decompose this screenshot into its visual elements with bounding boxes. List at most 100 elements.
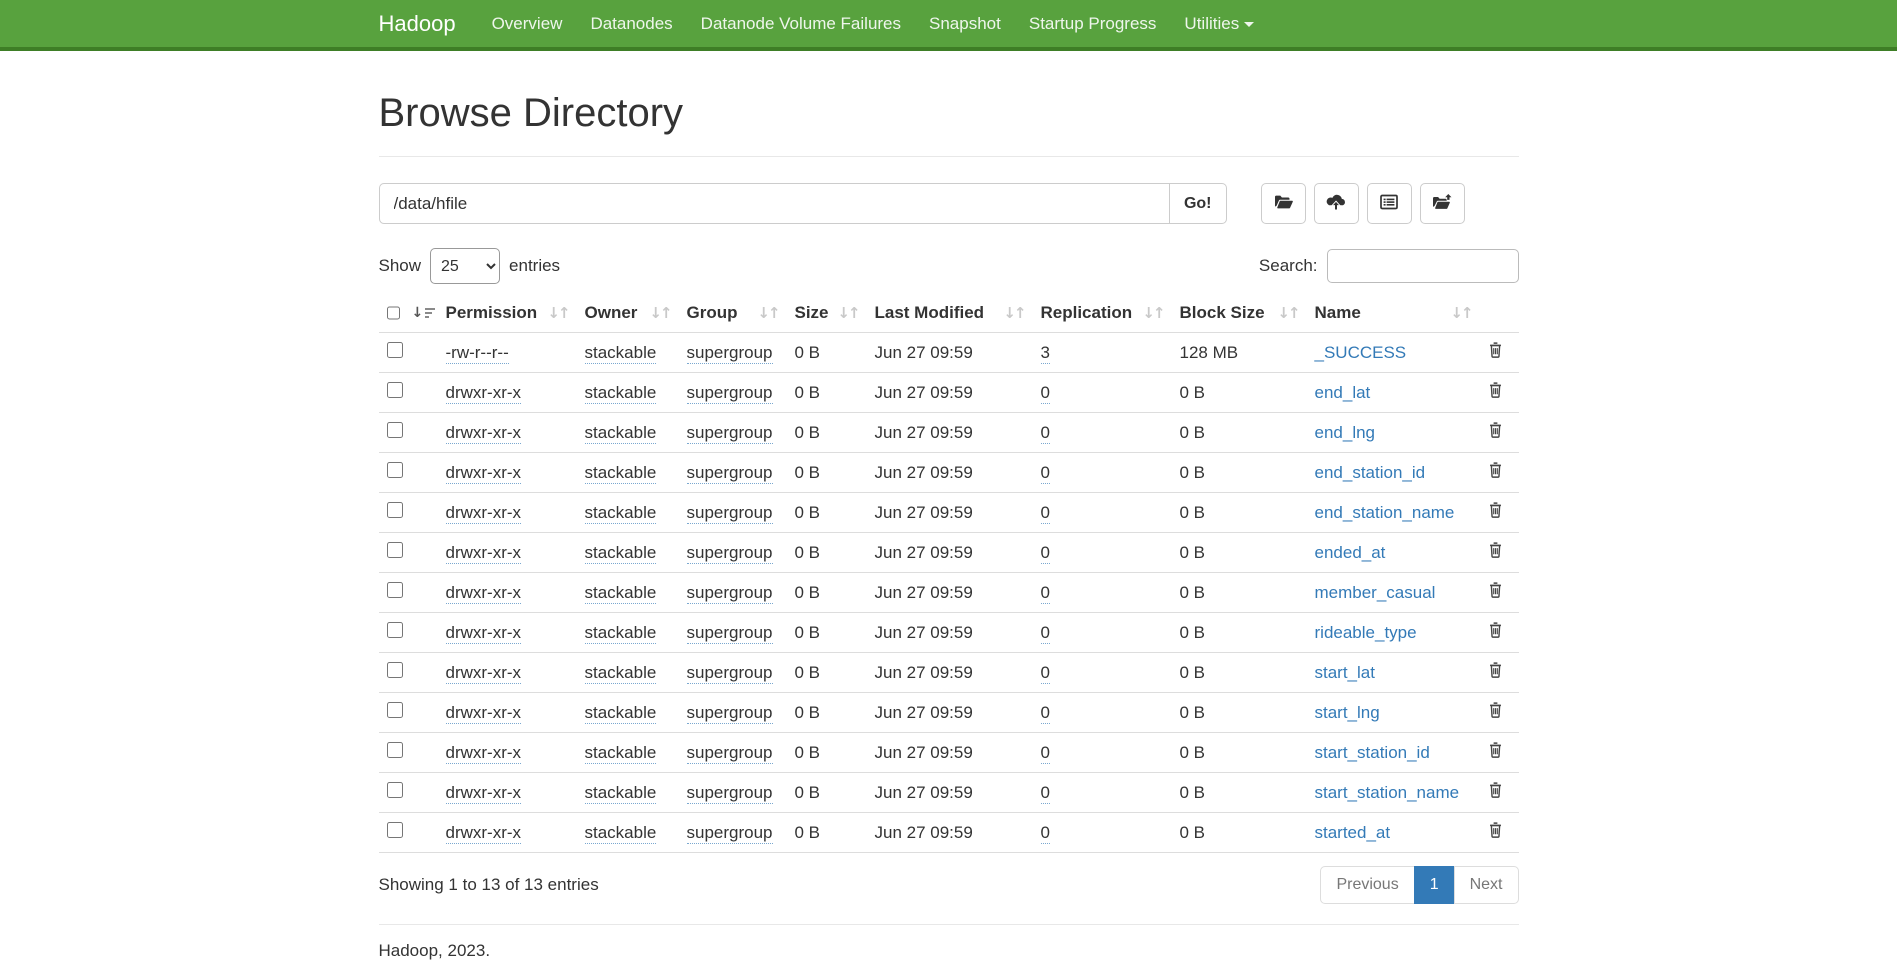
nav-item-snapshot[interactable]: Snapshot (915, 14, 1015, 34)
group-value[interactable]: supergroup (687, 463, 773, 484)
permission-value[interactable]: drwxr-xr-x (446, 543, 522, 564)
file-name-link[interactable]: end_lat (1315, 383, 1371, 402)
replication-value[interactable]: 0 (1041, 783, 1050, 804)
group-value[interactable]: supergroup (687, 423, 773, 444)
paste-move-button[interactable] (1420, 183, 1465, 224)
group-value[interactable]: supergroup (687, 503, 773, 524)
pagination-previous[interactable]: Previous (1320, 866, 1414, 904)
group-value[interactable]: supergroup (687, 543, 773, 564)
file-name-link[interactable]: end_station_name (1315, 503, 1455, 522)
file-name-link[interactable]: started_at (1315, 823, 1391, 842)
delete-button[interactable] (1488, 622, 1503, 638)
permission-value[interactable]: drwxr-xr-x (446, 503, 522, 524)
replication-value[interactable]: 0 (1041, 423, 1050, 444)
row-checkbox[interactable] (387, 742, 403, 758)
nav-item-startup-progress[interactable]: Startup Progress (1015, 14, 1171, 34)
owner-value[interactable]: stackable (585, 623, 657, 644)
owner-value[interactable]: stackable (585, 463, 657, 484)
row-checkbox[interactable] (387, 622, 403, 638)
owner-value[interactable]: stackable (585, 743, 657, 764)
delete-button[interactable] (1488, 542, 1503, 558)
replication-value[interactable]: 0 (1041, 383, 1050, 404)
permission-value[interactable]: -rw-r--r-- (446, 343, 509, 364)
owner-value[interactable]: stackable (585, 503, 657, 524)
replication-value[interactable]: 0 (1041, 463, 1050, 484)
header-block-size[interactable]: Block Size↓↑ (1172, 294, 1307, 333)
header-last-modified[interactable]: Last Modified↓↑ (867, 294, 1033, 333)
directory-path-input[interactable] (379, 183, 1170, 224)
owner-value[interactable]: stackable (585, 423, 657, 444)
owner-value[interactable]: stackable (585, 663, 657, 684)
replication-value[interactable]: 0 (1041, 663, 1050, 684)
group-value[interactable]: supergroup (687, 383, 773, 404)
delete-button[interactable] (1488, 822, 1503, 838)
row-checkbox[interactable] (387, 782, 403, 798)
permission-value[interactable]: drwxr-xr-x (446, 743, 522, 764)
owner-value[interactable]: stackable (585, 823, 657, 844)
row-checkbox[interactable] (387, 422, 403, 438)
row-checkbox[interactable] (387, 702, 403, 718)
row-checkbox[interactable] (387, 662, 403, 678)
file-name-link[interactable]: start_station_id (1315, 743, 1430, 762)
group-value[interactable]: supergroup (687, 703, 773, 724)
nav-item-datanodes[interactable]: Datanodes (576, 14, 686, 34)
permission-value[interactable]: drwxr-xr-x (446, 423, 522, 444)
header-select-all[interactable]: ↓ (379, 294, 438, 333)
page-size-select[interactable]: 25 (430, 248, 500, 284)
header-name[interactable]: Name↓↑ (1307, 294, 1480, 333)
permission-value[interactable]: drwxr-xr-x (446, 623, 522, 644)
file-name-link[interactable]: end_station_id (1315, 463, 1426, 482)
replication-value[interactable]: 0 (1041, 503, 1050, 524)
replication-value[interactable]: 0 (1041, 543, 1050, 564)
row-checkbox[interactable] (387, 542, 403, 558)
permission-value[interactable]: drwxr-xr-x (446, 783, 522, 804)
file-name-link[interactable]: rideable_type (1315, 623, 1417, 642)
permission-value[interactable]: drwxr-xr-x (446, 823, 522, 844)
nav-item-overview[interactable]: Overview (478, 14, 577, 34)
group-value[interactable]: supergroup (687, 583, 773, 604)
file-name-link[interactable]: ended_at (1315, 543, 1386, 562)
set-quota-button[interactable] (1367, 183, 1412, 224)
permission-value[interactable]: drwxr-xr-x (446, 463, 522, 484)
create-directory-button[interactable] (1261, 183, 1306, 224)
replication-value[interactable]: 0 (1041, 703, 1050, 724)
row-checkbox[interactable] (387, 822, 403, 838)
owner-value[interactable]: stackable (585, 383, 657, 404)
replication-value[interactable]: 0 (1041, 823, 1050, 844)
permission-value[interactable]: drwxr-xr-x (446, 663, 522, 684)
row-checkbox[interactable] (387, 382, 403, 398)
group-value[interactable]: supergroup (687, 823, 773, 844)
file-name-link[interactable]: start_station_name (1315, 783, 1460, 802)
delete-button[interactable] (1488, 342, 1503, 358)
file-name-link[interactable]: start_lng (1315, 703, 1380, 722)
pagination-next[interactable]: Next (1454, 866, 1519, 904)
permission-value[interactable]: drwxr-xr-x (446, 583, 522, 604)
delete-button[interactable] (1488, 742, 1503, 758)
group-value[interactable]: supergroup (687, 783, 773, 804)
replication-value[interactable]: 0 (1041, 623, 1050, 644)
pagination-page-1[interactable]: 1 (1414, 866, 1455, 904)
search-input[interactable] (1327, 249, 1519, 283)
owner-value[interactable]: stackable (585, 543, 657, 564)
delete-button[interactable] (1488, 382, 1503, 398)
upload-file-button[interactable] (1314, 183, 1359, 224)
row-checkbox[interactable] (387, 462, 403, 478)
file-name-link[interactable]: start_lat (1315, 663, 1375, 682)
delete-button[interactable] (1488, 462, 1503, 478)
file-name-link[interactable]: member_casual (1315, 583, 1436, 602)
owner-value[interactable]: stackable (585, 703, 657, 724)
nav-item-utilities-dropdown[interactable]: Utilities (1170, 14, 1268, 34)
row-checkbox[interactable] (387, 342, 403, 358)
header-replication[interactable]: Replication↓↑ (1033, 294, 1172, 333)
replication-value[interactable]: 0 (1041, 583, 1050, 604)
file-name-link[interactable]: end_lng (1315, 423, 1376, 442)
row-checkbox[interactable] (387, 582, 403, 598)
header-size[interactable]: Size↓↑ (787, 294, 867, 333)
row-checkbox[interactable] (387, 502, 403, 518)
group-value[interactable]: supergroup (687, 743, 773, 764)
header-owner[interactable]: Owner↓↑ (577, 294, 679, 333)
delete-button[interactable] (1488, 422, 1503, 438)
owner-value[interactable]: stackable (585, 343, 657, 364)
replication-value[interactable]: 3 (1041, 343, 1050, 364)
delete-button[interactable] (1488, 702, 1503, 718)
